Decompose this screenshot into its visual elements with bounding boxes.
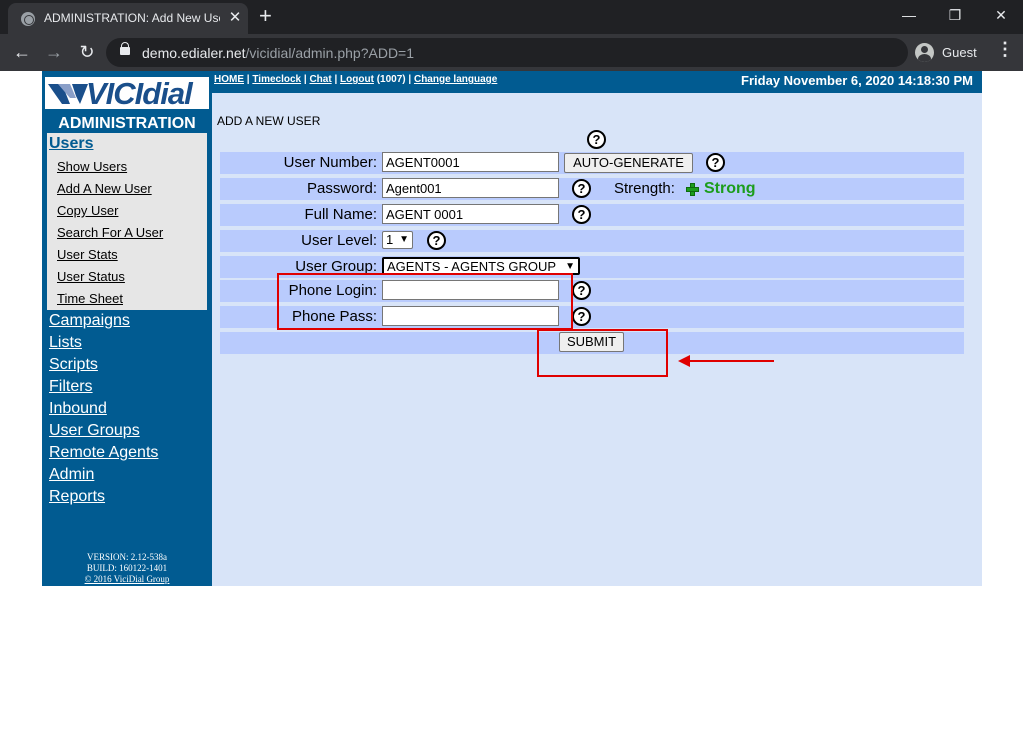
tab-title: ADMINISTRATION: Add New User [44, 11, 220, 25]
strength-value: Strong [704, 180, 756, 197]
administration-title: ADMINISTRATION [58, 115, 196, 132]
version-info: VERSION: 2.12-538a BUILD: 160122-1401 © … [42, 552, 212, 585]
help-icon[interactable]: ? [572, 281, 591, 300]
back-icon[interactable]: ← [9, 39, 35, 65]
minimize-button[interactable]: — [886, 2, 932, 32]
sidebar-item-filters[interactable]: Filters [49, 378, 93, 396]
help-icon[interactable]: ? [706, 153, 725, 172]
logout-link[interactable]: Logout [340, 74, 374, 85]
url-host: demo.edialer.net [142, 45, 246, 61]
build-text: BUILD: 160122-1401 [86, 563, 168, 573]
sidebar-item-lists[interactable]: Lists [49, 334, 82, 352]
maximize-button[interactable]: ❐ [932, 2, 978, 32]
close-window-button[interactable]: ✕ [978, 2, 1023, 32]
vicidial-logo[interactable]: VICIdial [45, 76, 209, 111]
forward-icon[interactable]: → [41, 39, 67, 65]
annotation-arrow-icon [678, 355, 774, 367]
address-bar[interactable]: demo.edialer.net/vicidial/admin.php?ADD=… [106, 38, 908, 67]
logo-text: VICIdial [86, 76, 193, 111]
profile-button[interactable]: Guest [912, 38, 988, 67]
timeclock-link[interactable]: Timeclock [252, 74, 301, 85]
lock-icon[interactable] [120, 42, 130, 55]
version-text: VERSION: 2.12-538a [87, 552, 167, 562]
browser-tab[interactable]: ADMINISTRATION: Add New User ✕ [8, 3, 248, 34]
help-icon[interactable]: ? [572, 205, 591, 224]
reload-icon[interactable]: ↻ [74, 39, 100, 65]
profile-label: Guest [942, 45, 977, 60]
copyright-link[interactable]: © 2016 ViciDial Group [42, 574, 212, 585]
help-icon[interactable]: ? [427, 231, 446, 250]
user-level-label: User Level: [301, 232, 377, 249]
sidebar: VICIdial ADMINISTRATION Users Show Users… [42, 71, 212, 586]
sidebar-item-users[interactable]: Users [49, 135, 93, 153]
user-level-select[interactable]: 1 ▼ [382, 231, 413, 249]
page-title: ADD A NEW USER [217, 114, 321, 128]
help-icon[interactable]: ? [587, 130, 606, 149]
form-row-user-number: User Number: AUTO-GENERATE ? [220, 152, 964, 174]
help-icon[interactable]: ? [572, 307, 591, 326]
form-row-password: Password: ? Strength: Strong [220, 178, 964, 200]
home-link[interactable]: HOME [214, 74, 244, 85]
sidebar-subitem-user-status[interactable]: User Status [57, 269, 125, 284]
sidebar-subitem-search-user[interactable]: Search For A User [57, 225, 163, 240]
sidebar-item-reports[interactable]: Reports [49, 488, 105, 506]
password-label: Password: [306, 180, 377, 197]
browser-toolbar: ← → ↻ demo.edialer.net/vicidial/admin.ph… [0, 34, 1023, 71]
strength-label: Strength: [614, 180, 675, 197]
new-tab-button[interactable]: + [259, 3, 272, 29]
url-text: demo.edialer.net/vicidial/admin.php?ADD=… [142, 45, 414, 61]
header-bar: HOME | Timeclock | Chat | Logout (1007) … [212, 71, 982, 93]
users-section: Users Show Users Add A New User Copy Use… [47, 133, 207, 310]
sidebar-item-scripts[interactable]: Scripts [49, 356, 98, 374]
full-name-label: Full Name: [304, 206, 377, 223]
header-separator: | [331, 74, 341, 85]
auto-generate-button[interactable]: AUTO-GENERATE [564, 153, 693, 173]
current-date: Friday November 6, 2020 14:18:30 PM [741, 73, 973, 88]
user-group-value: AGENTS - AGENTS GROUP [387, 259, 557, 274]
browser-tab-bar: ADMINISTRATION: Add New User ✕ + — ❐ ✕ [0, 0, 1023, 34]
sidebar-subitem-user-stats[interactable]: User Stats [57, 247, 118, 262]
sidebar-subitem-time-sheet[interactable]: Time Sheet [57, 291, 123, 306]
sidebar-subitem-copy-user[interactable]: Copy User [57, 203, 118, 218]
user-number-input[interactable] [382, 152, 559, 172]
sidebar-item-admin[interactable]: Admin [49, 466, 94, 484]
url-path: /vicidial/admin.php?ADD=1 [245, 45, 415, 61]
user-level-value: 1 [386, 232, 394, 247]
logout-user-id: (1007) [373, 74, 409, 85]
sidebar-item-user-groups[interactable]: User Groups [49, 422, 140, 440]
sidebar-item-remote-agents[interactable]: Remote Agents [49, 444, 158, 462]
help-icon[interactable]: ? [572, 179, 591, 198]
form-row-full-name: Full Name: ? [220, 204, 964, 226]
sidebar-subitem-add-new-user[interactable]: Add A New User [57, 181, 152, 196]
user-number-label: User Number: [283, 154, 377, 171]
form-row-user-level: User Level: 1 ▼ ? [220, 230, 964, 252]
sidebar-item-campaigns[interactable]: Campaigns [49, 312, 130, 330]
password-input[interactable] [382, 178, 559, 198]
full-name-input[interactable] [382, 204, 559, 224]
plus-icon [686, 183, 699, 196]
header-links: HOME | Timeclock | Chat | Logout (1007) … [214, 74, 497, 85]
change-language-link[interactable]: Change language [414, 74, 497, 85]
tab-close-icon[interactable]: ✕ [226, 8, 244, 26]
menu-icon[interactable]: ⋮ [996, 39, 1014, 60]
globe-icon [21, 12, 35, 26]
chevron-down-icon: ▼ [399, 234, 409, 245]
annotation-box-submit [537, 329, 668, 377]
annotation-box-phone-fields [277, 273, 573, 330]
sidebar-item-inbound[interactable]: Inbound [49, 400, 107, 418]
sidebar-subitem-show-users[interactable]: Show Users [57, 159, 127, 174]
chat-link[interactable]: Chat [309, 74, 331, 85]
guest-avatar-icon [915, 43, 934, 62]
